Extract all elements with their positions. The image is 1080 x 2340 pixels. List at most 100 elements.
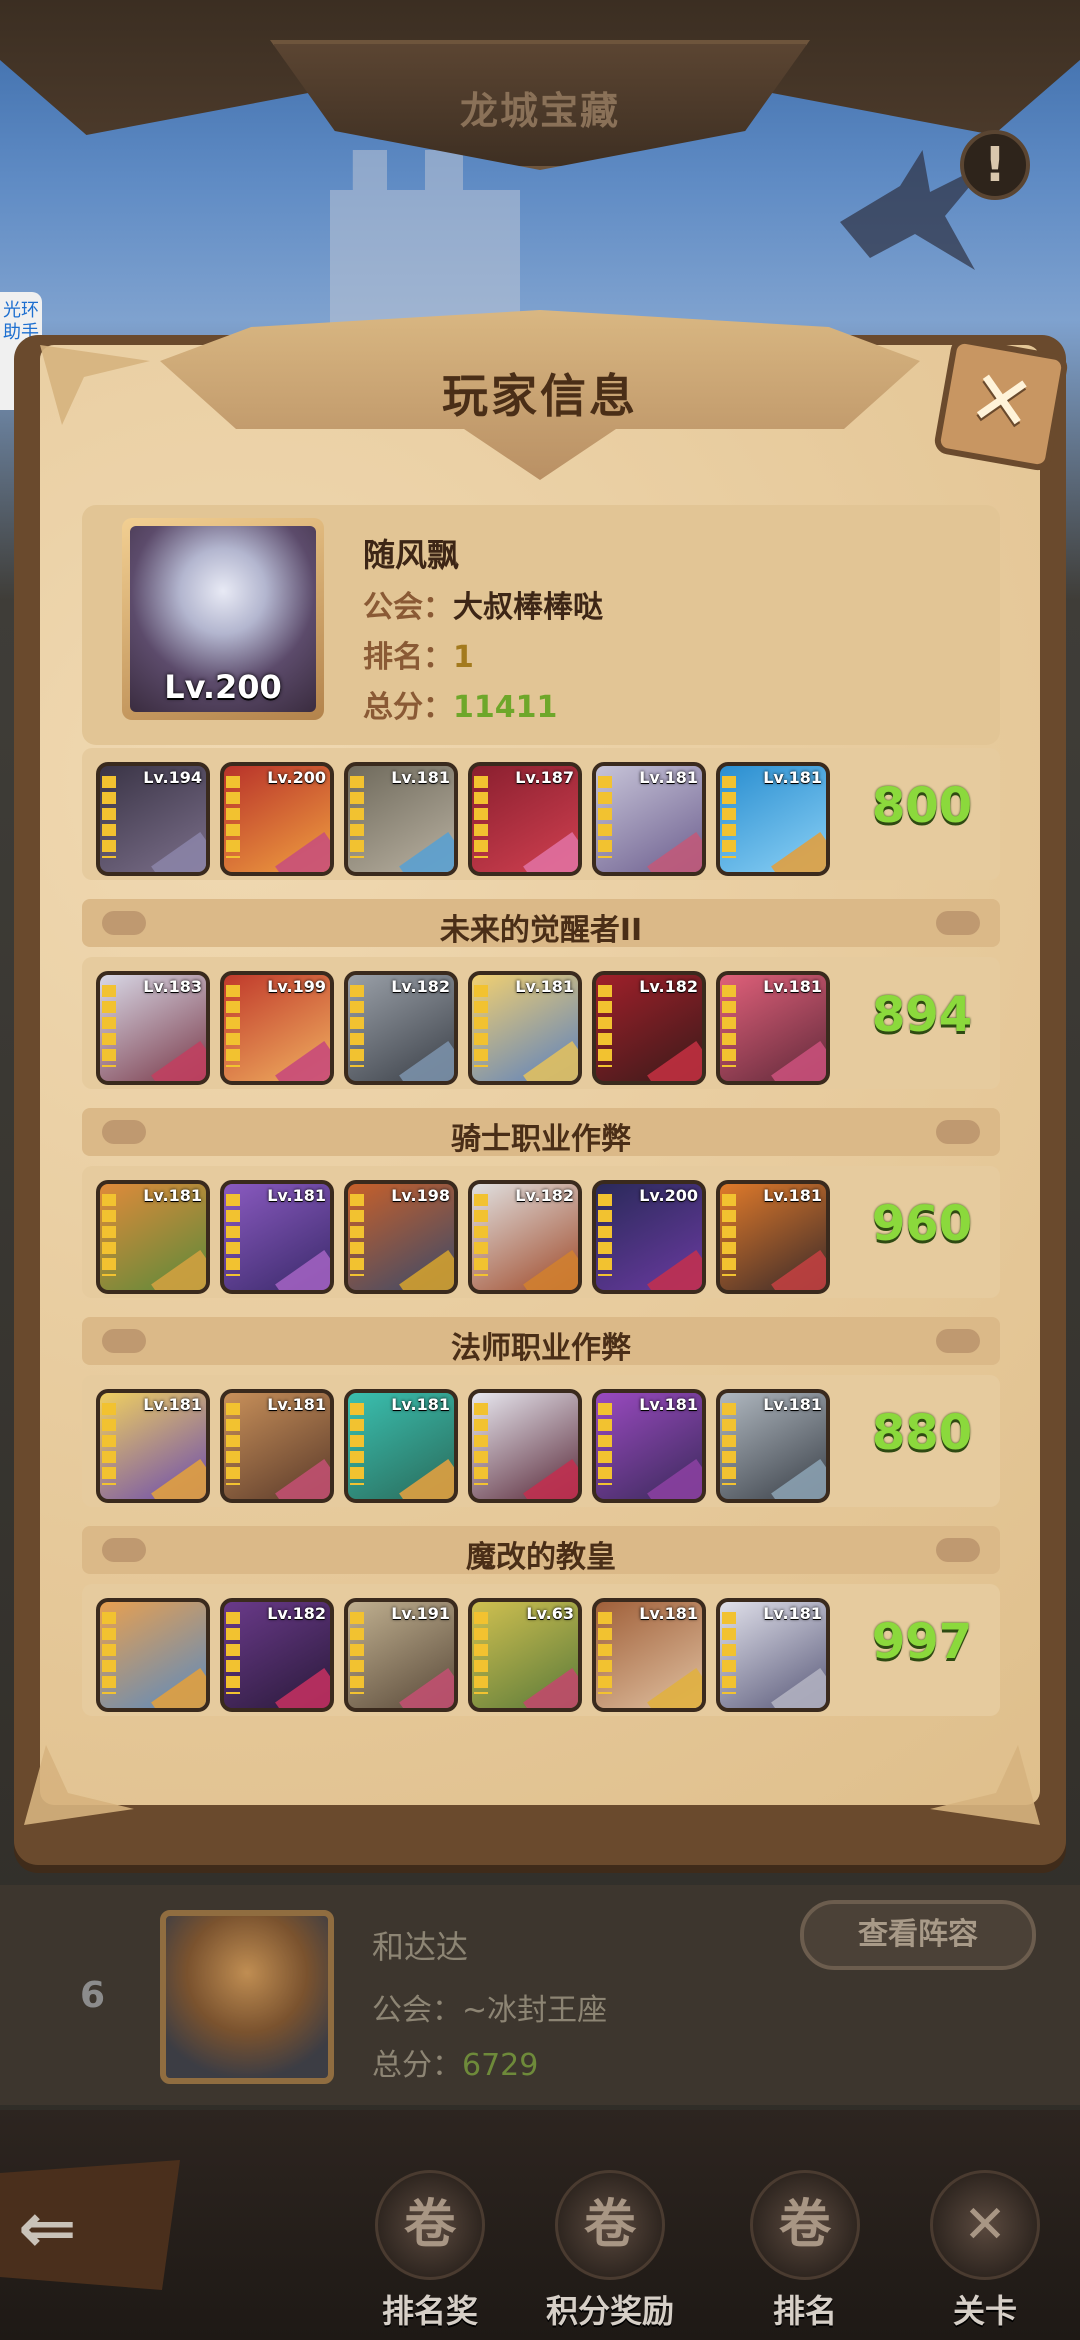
hero-level: Lv.181 [143, 1395, 202, 1414]
nav-item[interactable]: ✕ 关卡 [900, 2170, 1070, 2330]
star-rating-icon [350, 776, 364, 858]
hero-card[interactable]: Lv.181 [468, 971, 582, 1085]
rarity-ribbon [771, 1041, 826, 1081]
rarity-ribbon [399, 1250, 454, 1290]
hero-card[interactable]: Lv.181 [716, 762, 830, 876]
rarity-ribbon [647, 832, 702, 872]
hero-card[interactable] [96, 1598, 210, 1712]
background-avatar [160, 1910, 334, 2084]
hero-level: Lv.181 [763, 1186, 822, 1205]
team-list[interactable]: 未来的觉醒者ILv.194Lv.200Lv.181Lv.187Lv.181Lv.… [82, 745, 1000, 1730]
star-rating-icon [350, 1194, 364, 1276]
rarity-ribbon [399, 1459, 454, 1499]
background-guild: 公会：~冰封王座 [372, 1993, 608, 2028]
hero-card[interactable]: Lv.181 [716, 1598, 830, 1712]
star-rating-icon [350, 1403, 364, 1485]
rarity-ribbon [647, 1459, 702, 1499]
view-lineup-button[interactable]: 查看阵容 [800, 1900, 1036, 1970]
alert-icon[interactable]: ! [960, 130, 1030, 200]
hero-card[interactable]: Lv.198 [344, 1180, 458, 1294]
nav-item[interactable]: 卷排名奖 [345, 2170, 515, 2330]
rarity-ribbon [275, 1459, 330, 1499]
background-score: 总分：6729 [372, 2048, 539, 2083]
hero-card[interactable]: Lv.181 [592, 1389, 706, 1503]
hero-level: Lv.200 [267, 768, 326, 787]
star-rating-icon [598, 1403, 612, 1485]
star-rating-icon [102, 1194, 116, 1276]
star-rating-icon [474, 1403, 488, 1485]
hero-level: Lv.63 [526, 1604, 574, 1623]
nav-label: 积分奖励 [545, 2292, 674, 2330]
hero-level: Lv.181 [267, 1186, 326, 1205]
hero-card[interactable]: Lv.182 [220, 1598, 334, 1712]
hero-card[interactable]: Lv.182 [344, 971, 458, 1085]
player-total-score: 总分：11411 [363, 690, 558, 725]
team-row: Lv.183 Lv.199 Lv.182 Lv.181 Lv.182 Lv.181 894 [82, 957, 1000, 1089]
star-rating-icon [102, 776, 116, 858]
hero-card[interactable]: Lv.199 [220, 971, 334, 1085]
hero-level: Lv.181 [763, 1604, 822, 1623]
hero-card[interactable] [468, 1389, 582, 1503]
rarity-ribbon [275, 832, 330, 872]
star-rating-icon [598, 985, 612, 1067]
team-score: 997 [871, 1614, 973, 1670]
hero-card[interactable]: Lv.191 [344, 1598, 458, 1712]
hero-card[interactable]: Lv.181 [96, 1180, 210, 1294]
star-rating-icon [722, 985, 736, 1067]
star-rating-icon [102, 1612, 116, 1694]
hero-card[interactable]: Lv.181 [716, 1389, 830, 1503]
hero-card[interactable]: Lv.194 [96, 762, 210, 876]
hero-card[interactable]: Lv.182 [468, 1180, 582, 1294]
hero-card[interactable]: Lv.181 [344, 1389, 458, 1503]
hero-level: Lv.181 [267, 1395, 326, 1414]
rarity-ribbon [523, 1250, 578, 1290]
star-rating-icon [226, 985, 240, 1067]
close-button[interactable]: ✕ [932, 335, 1070, 473]
hero-level: Lv.200 [639, 1186, 698, 1205]
hero-card[interactable]: Lv.181 [344, 762, 458, 876]
hero-card[interactable]: Lv.63 [468, 1598, 582, 1712]
hero-card[interactable]: Lv.182 [592, 971, 706, 1085]
back-arrow-icon[interactable]: ⇐ [18, 2193, 77, 2263]
team-row: Lv.194 Lv.200 Lv.181 Lv.187 Lv.181 Lv.181 800 [82, 748, 1000, 880]
hero-level: Lv.187 [515, 768, 574, 787]
hero-card[interactable]: Lv.200 [592, 1180, 706, 1294]
star-rating-icon [226, 1194, 240, 1276]
star-rating-icon [474, 1612, 488, 1694]
nav-item[interactable]: 卷积分奖励 [525, 2170, 695, 2330]
hero-level: Lv.181 [639, 768, 698, 787]
avatar-portrait: Lv.200 [130, 526, 316, 712]
hero-card[interactable]: Lv.181 [220, 1180, 334, 1294]
background-player-name: 和达达 [372, 1928, 469, 1966]
hero-card[interactable]: Lv.200 [220, 762, 334, 876]
hero-level: Lv.199 [267, 977, 326, 996]
rarity-ribbon [771, 1250, 826, 1290]
hero-card[interactable]: Lv.181 [592, 762, 706, 876]
team-title: 魔改的教皇 [466, 1540, 616, 1575]
hero-level: Lv.182 [515, 1186, 574, 1205]
nav-item[interactable]: 卷排名 [720, 2170, 890, 2330]
hero-card[interactable]: Lv.181 [716, 971, 830, 1085]
rarity-ribbon [151, 832, 206, 872]
hero-card[interactable]: Lv.181 [716, 1180, 830, 1294]
hero-card[interactable]: Lv.187 [468, 762, 582, 876]
hero-card[interactable]: Lv.181 [96, 1389, 210, 1503]
rarity-ribbon [523, 832, 578, 872]
star-rating-icon [226, 1403, 240, 1485]
player-guild: 公会：大叔棒棒哒 [363, 590, 603, 625]
hero-level: Lv.181 [763, 977, 822, 996]
hero-card[interactable]: Lv.181 [592, 1598, 706, 1712]
hero-level: Lv.183 [143, 977, 202, 996]
nav-label: 排名 [772, 2292, 837, 2330]
star-rating-icon [350, 985, 364, 1067]
background-rank: 6 [80, 1975, 106, 2016]
hero-card[interactable]: Lv.181 [220, 1389, 334, 1503]
team-score: 880 [871, 1405, 973, 1461]
rarity-ribbon [647, 1250, 702, 1290]
star-rating-icon [474, 1194, 488, 1276]
screen-title: 龙城宝藏 [459, 89, 620, 133]
rarity-ribbon [151, 1668, 206, 1708]
scroll-icon: 卷 [375, 2170, 485, 2280]
rarity-ribbon [523, 1041, 578, 1081]
hero-card[interactable]: Lv.183 [96, 971, 210, 1085]
